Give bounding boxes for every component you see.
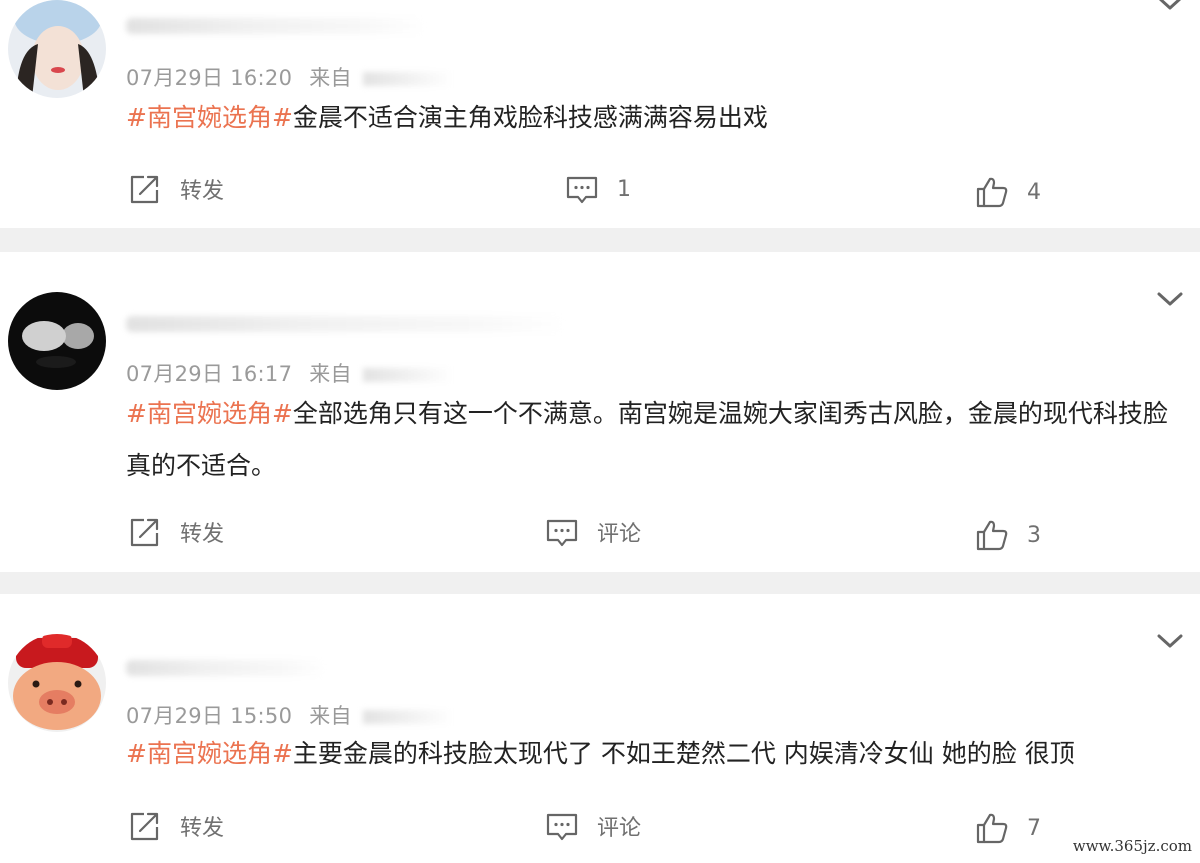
- avatar[interactable]: [8, 0, 106, 98]
- post-meta: 07月29日 16:17 来自: [126, 358, 453, 388]
- post-card-1: 07月29日 16:20 来自 #南宫婉选角#金晨不适合演主角戏脸科技感满满容易…: [0, 0, 1200, 228]
- like-count: 4: [1027, 179, 1041, 205]
- avatar[interactable]: [8, 292, 106, 390]
- username-redacted[interactable]: [126, 316, 566, 332]
- share-icon: [128, 515, 162, 549]
- like-button[interactable]: 7: [975, 811, 1041, 845]
- username-redacted[interactable]: [126, 660, 326, 676]
- post-text: 金晨不适合演主角戏脸科技感满满容易出戏: [292, 103, 768, 132]
- repost-label: 转发: [180, 179, 225, 204]
- post-card-2: 07月29日 16:17 来自 #南宫婉选角#全部选角只有这一个不满意。南宫婉是…: [0, 252, 1200, 572]
- repost-label: 转发: [180, 816, 225, 841]
- source-label: 来自: [309, 362, 352, 386]
- repost-button[interactable]: 转发: [128, 809, 224, 843]
- source-label: 来自: [309, 66, 352, 90]
- post-content: #南宫婉选角#全部选角只有这一个不满意。南宫婉是温婉大家闺秀古风脸，金晨的现代科…: [126, 388, 1186, 492]
- username-redacted[interactable]: [126, 18, 426, 34]
- comment-icon: [545, 515, 579, 549]
- comment-icon: [565, 172, 599, 206]
- watermark: www.365jz.com: [1072, 837, 1192, 855]
- thumbs-up-icon: [975, 175, 1009, 209]
- repost-button[interactable]: 转发: [128, 515, 224, 549]
- chevron-down-icon[interactable]: [1156, 632, 1184, 650]
- like-button[interactable]: 3: [975, 518, 1041, 552]
- post-separator: [0, 228, 1200, 252]
- repost-label: 转发: [180, 522, 225, 547]
- post-content: #南宫婉选角#主要金晨的科技脸太现代了 不如王楚然二代 内娱清冷女仙 她的脸 很…: [126, 728, 1186, 780]
- timestamp: 07月29日 15:50: [126, 704, 293, 728]
- like-count: 7: [1027, 815, 1041, 841]
- share-icon: [128, 809, 162, 843]
- source-redacted: [362, 72, 453, 86]
- like-count: 3: [1027, 522, 1041, 548]
- comment-button[interactable]: 评论: [545, 515, 641, 549]
- chevron-down-icon[interactable]: [1156, 0, 1184, 12]
- comment-icon: [545, 809, 579, 843]
- comment-button[interactable]: 1: [565, 172, 631, 206]
- timestamp: 07月29日 16:20: [126, 66, 293, 90]
- chevron-down-icon[interactable]: [1156, 290, 1184, 308]
- source-redacted: [362, 368, 453, 382]
- post-text: 主要金晨的科技脸太现代了 不如王楚然二代 内娱清冷女仙 她的脸 很顶: [292, 739, 1075, 768]
- thumbs-up-icon: [975, 811, 1009, 845]
- repost-button[interactable]: 转发: [128, 172, 224, 206]
- like-button[interactable]: 4: [975, 175, 1041, 209]
- comment-count: 1: [617, 176, 631, 202]
- hashtag-link[interactable]: #南宫婉选角#: [126, 739, 293, 768]
- comment-label: 评论: [597, 816, 642, 841]
- post-meta: 07月29日 16:20 来自: [126, 62, 453, 92]
- post-card-3: 07月29日 15:50 来自 #南宫婉选角#主要金晨的科技脸太现代了 不如王楚…: [0, 594, 1200, 863]
- post-separator: [0, 572, 1200, 594]
- thumbs-up-icon: [975, 518, 1009, 552]
- share-icon: [128, 172, 162, 206]
- post-meta: 07月29日 15:50 来自: [126, 700, 453, 730]
- post-content: #南宫婉选角#金晨不适合演主角戏脸科技感满满容易出戏: [126, 92, 1186, 144]
- source-label: 来自: [309, 704, 352, 728]
- avatar[interactable]: [8, 634, 106, 732]
- hashtag-link[interactable]: #南宫婉选角#: [126, 103, 293, 132]
- hashtag-link[interactable]: #南宫婉选角#: [126, 399, 293, 428]
- timestamp: 07月29日 16:17: [126, 362, 293, 386]
- comment-button[interactable]: 评论: [545, 809, 641, 843]
- comment-label: 评论: [597, 522, 642, 547]
- source-redacted: [362, 710, 453, 724]
